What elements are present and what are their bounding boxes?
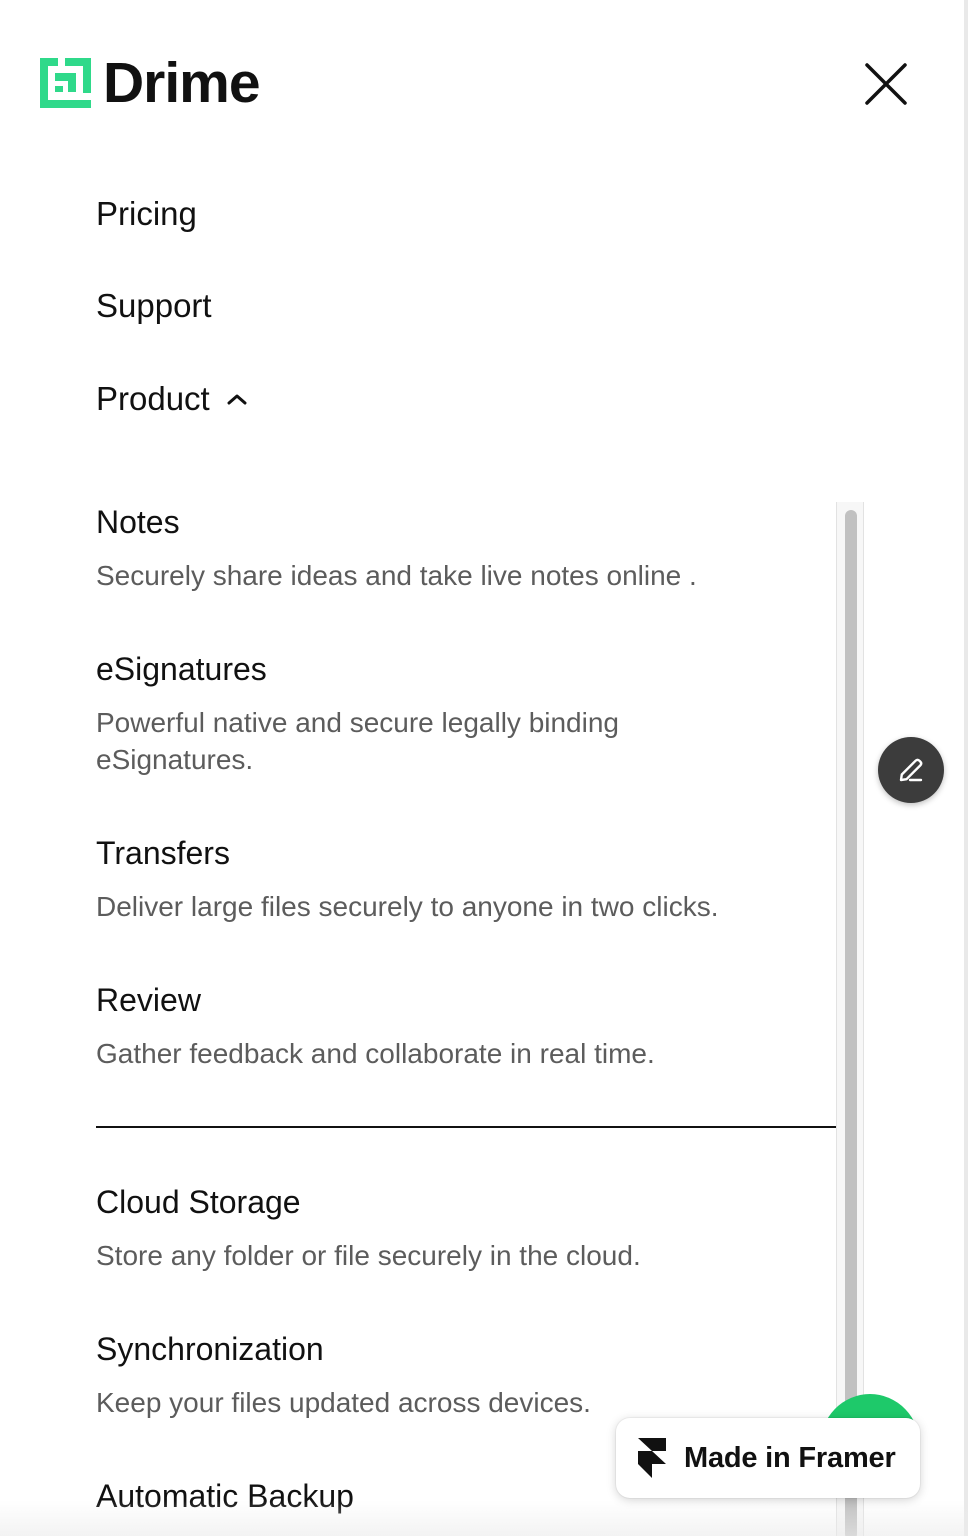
framer-badge-label: Made in Framer [684, 1441, 896, 1474]
close-icon [865, 63, 907, 105]
mobile-menu-page: Drime Pricing Support Product Notes Secu… [0, 0, 968, 1536]
nav-support[interactable]: Support [96, 286, 212, 326]
nav-product-toggle[interactable]: Product [96, 379, 248, 419]
chevron-up-icon [227, 394, 247, 405]
product-item-esignatures[interactable]: eSignatures Powerful native and secure l… [96, 649, 836, 778]
close-menu-button[interactable] [864, 62, 908, 106]
nav-pricing[interactable]: Pricing [96, 194, 197, 234]
product-title: Notes [96, 504, 180, 540]
product-description: Deliver large files securely to anyone i… [96, 891, 719, 922]
scrollbar-thumb[interactable] [845, 510, 857, 1536]
product-item-synchronization[interactable]: Synchronization Keep your files updated … [96, 1329, 836, 1421]
nav-product-label: Product [96, 380, 210, 417]
product-item-notes[interactable]: Notes Securely share ideas and take live… [96, 502, 836, 594]
product-description: Keep your files updated across devices. [96, 1387, 591, 1418]
product-item-transfers[interactable]: Transfers Deliver large files securely t… [96, 833, 836, 925]
product-title: eSignatures [96, 651, 267, 687]
product-item-cloud-storage[interactable]: Cloud Storage Store any folder or file s… [96, 1182, 836, 1274]
submenu-scrollbar[interactable] [836, 502, 864, 1536]
drime-logo[interactable]: Drime [40, 51, 261, 115]
brand-name: Drime [103, 51, 261, 115]
product-title: Review [96, 982, 201, 1018]
nav-support-label: Support [96, 287, 212, 324]
nav-pricing-label: Pricing [96, 195, 197, 232]
product-title: Transfers [96, 835, 230, 871]
pencil-icon [899, 758, 923, 782]
product-description: Securely share ideas and take live notes… [96, 560, 697, 591]
framer-icon [638, 1438, 666, 1478]
product-description: Store any folder or file securely in the… [96, 1240, 641, 1271]
product-title: Synchronization [96, 1331, 324, 1367]
product-title: Cloud Storage [96, 1184, 301, 1220]
product-item-review[interactable]: Review Gather feedback and collaborate i… [96, 980, 836, 1072]
drime-logo-icon [40, 58, 91, 108]
window-edge [964, 0, 968, 1536]
edit-button[interactable] [878, 737, 944, 803]
made-in-framer-badge[interactable]: Made in Framer [616, 1418, 920, 1498]
submenu-divider [96, 1126, 836, 1128]
product-description: Gather feedback and collaborate in real … [96, 1038, 655, 1069]
product-description: Powerful native and secure legally bindi… [96, 707, 619, 775]
